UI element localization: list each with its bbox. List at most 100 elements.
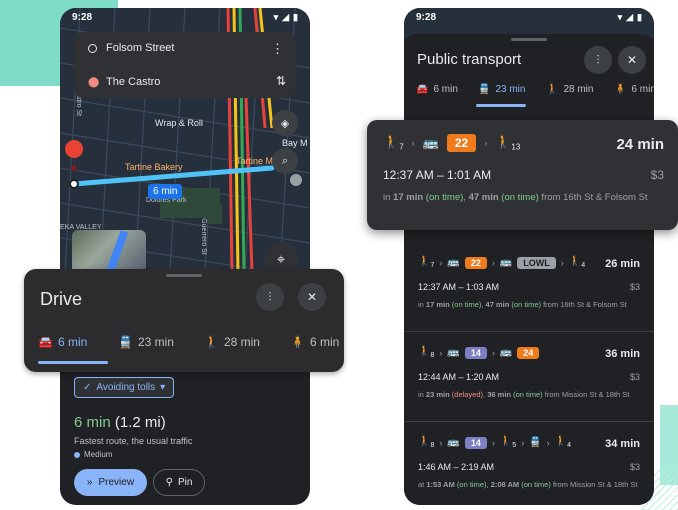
route-price: $3: [629, 372, 640, 382]
walk-icon: 🚶: [204, 335, 219, 349]
origin-field[interactable]: Folsom Street: [74, 34, 296, 62]
car-icon: 🚘: [38, 335, 53, 349]
avoiding-tolls-chip[interactable]: ✓ Avoiding tolls ▾: [74, 377, 175, 398]
status-time: 9:28: [72, 11, 93, 23]
eta-minutes: 6 min: [74, 414, 111, 431]
bus-icon: 🚌: [447, 437, 460, 448]
tab-walk-right[interactable]: 🚶 28 min: [546, 84, 593, 95]
walk-icon: 🚶4: [554, 436, 571, 449]
walk-icon: 🚶13: [495, 134, 521, 152]
drag-handle[interactable]: [166, 274, 202, 277]
route-duration: 36 min: [605, 348, 640, 360]
status-time-right: 9:28: [416, 11, 437, 23]
layers-icon[interactable]: ◈: [272, 110, 298, 136]
drive-title: Drive: [40, 289, 83, 309]
battery-icon: ▮: [293, 11, 298, 22]
route-time: 12:37 AM – 1:01 AM: [383, 168, 492, 182]
route-time: 12:44 AM – 1:20 AM: [418, 372, 500, 382]
walk-icon: 🚶7: [383, 134, 404, 152]
more-options-icon[interactable]: ⋮: [271, 41, 284, 57]
route-duration: 26 min: [605, 258, 640, 270]
right-phone-screen: 9:28 ▾ ◢ ▮ Public transport ⫶ ✕ 🚘 6 min 🚆 23…: [404, 8, 654, 505]
traffic-level: Medium: [74, 450, 112, 459]
destination-text: The Castro: [106, 76, 161, 88]
train-icon: 🚆: [529, 437, 542, 448]
map-label-wrap-roll: Wrap & Roll: [155, 118, 203, 128]
battery-icon: ▮: [637, 11, 642, 22]
pin-icon: ⚲: [165, 477, 173, 488]
active-tab-indicator: [38, 361, 108, 364]
tab-drive-label: 6 min: [57, 335, 88, 349]
drive-card: Drive ⫶ ✕ 🚘 6 min 🚆 23 min 🚶 28 min 🧍 6 min: [24, 269, 344, 372]
tab-drive[interactable]: 🚘 6 min: [38, 335, 87, 349]
signal-icon: ◢: [626, 11, 634, 22]
close-icon[interactable]: ✕: [618, 46, 646, 74]
drag-handle-right[interactable]: [511, 38, 547, 41]
bus-line-badge: 14: [464, 346, 487, 359]
tab-transit-right[interactable]: 🚆 23 min: [478, 84, 525, 95]
route-info: at 1:53 AM (on time), 2:08 AM (on time) …: [418, 480, 638, 489]
list-item[interactable]: 🚶8 › 🚌 14 › 🚶5 › 🚆 › 🚶4 34 min 1:46 AM – 2:19…: [404, 422, 654, 505]
ride-icon: 🧍: [614, 84, 627, 95]
list-item[interactable]: 🚶7 › 🚌 22 › 🚌 LOWL › 🚶4 26 min 12:37 AM – 1:0…: [404, 242, 654, 332]
route-options-icon[interactable]: ⫶: [256, 283, 284, 311]
walk-icon: 🚶: [546, 84, 559, 95]
bus-line-badge: 22: [464, 256, 487, 269]
signal-icon: ◢: [282, 11, 290, 22]
tab-walk[interactable]: 🚶 28 min: [204, 335, 260, 349]
tab-ride-label: 6 min: [309, 335, 340, 349]
bus-icon: 🚌: [422, 135, 439, 150]
bus-line-badge: LOWL: [517, 256, 556, 269]
travel-mode-tabs: 🚘 6 min 🚆 23 min 🚶 28 min 🧍 6 min: [24, 331, 344, 359]
tab-walk-right-label: 28 min: [563, 84, 594, 95]
map-label-tartine-bakery: Tartine Bakery: [125, 162, 183, 172]
chevron-down-icon: ▾: [160, 382, 166, 393]
transit-sheet: Public transport ⫶ ✕ 🚘 6 min 🚆 23 min 🚶 28 …: [404, 34, 654, 505]
tab-ride-right[interactable]: 🧍 6 min: [614, 84, 654, 95]
route-info: in 17 min (on time), 47 min (on time) fr…: [418, 300, 627, 309]
list-item[interactable]: 🚶8 › 🚌 14 › 🚌 24 36 min 12:44 AM – 1:20 AM $…: [404, 332, 654, 422]
tab-ride[interactable]: 🧍 6 min: [290, 335, 339, 349]
preview-button[interactable]: » Preview: [74, 469, 147, 496]
route-info: in 23 min (delayed), 36 min (on time) fr…: [418, 390, 630, 399]
route-time: 1:46 AM – 2:19 AM: [418, 462, 495, 472]
route-info: in 17 min (on time), 47 min (on time) fr…: [383, 192, 648, 203]
walk-icon: 🚶4: [568, 256, 586, 269]
bus-icon: 🚌: [499, 257, 513, 268]
swap-icon[interactable]: ⇅: [276, 74, 286, 88]
chip-label: Avoiding tolls: [96, 382, 156, 393]
status-bar: 9:28 ▾ ◢ ▮: [60, 8, 310, 26]
transit-title: Public transport: [417, 51, 522, 68]
status-bar-right: 9:28 ▾ ◢ ▮: [404, 8, 654, 26]
tab-drive-right[interactable]: 🚘 6 min: [416, 84, 458, 95]
pin-button[interactable]: ⚲ Pin: [153, 469, 205, 496]
close-icon[interactable]: ✕: [298, 283, 326, 311]
tab-transit[interactable]: 🚆 23 min: [118, 335, 174, 349]
traffic-dot-icon: [74, 451, 80, 458]
destination-field[interactable]: ⬤ The Castro: [74, 68, 296, 96]
route-steps: 🚶8 › 🚌 14 › 🚌 24: [418, 346, 540, 359]
check-icon: ✓: [83, 382, 92, 393]
route-price: $3: [629, 282, 640, 292]
walk-icon: 🚶8: [418, 436, 435, 449]
route-options-icon[interactable]: ⫶: [584, 46, 612, 74]
street-view-thumbnail[interactable]: [72, 230, 146, 273]
bus-line-badge: 14: [464, 436, 487, 449]
route-steps: 🚶7 › 🚌 22 › 🚌 LOWL › 🚶4: [418, 256, 586, 269]
wifi-icon: ▾: [617, 11, 623, 22]
selected-route-card[interactable]: 🚶7 › 🚌 22 › 🚶13 24 min 12:37 AM – 1:01 AM $…: [367, 120, 678, 230]
search-icon[interactable]: ⌕: [272, 148, 298, 174]
walk-icon: 🚶7: [418, 256, 435, 269]
route-time: 12:37 AM – 1:03 AM: [418, 282, 500, 292]
tab-drive-right-label: 6 min: [433, 84, 458, 95]
route-steps: 🚶8 › 🚌 14 › 🚶5 › 🚆 › 🚶4: [418, 436, 571, 449]
route-time-chip[interactable]: 6 min: [148, 184, 183, 199]
route-duration: 24 min: [616, 136, 664, 153]
bus-icon: 🚌: [499, 347, 513, 358]
bus-icon: 🚌: [447, 257, 460, 268]
route-duration: 34 min: [605, 438, 640, 450]
bus-line-badge: 22: [446, 134, 477, 152]
map-label-bay-m: Bay M: [282, 138, 308, 148]
tab-transit-right-label: 23 min: [495, 84, 526, 95]
walk-icon: 🚶8: [418, 346, 435, 359]
